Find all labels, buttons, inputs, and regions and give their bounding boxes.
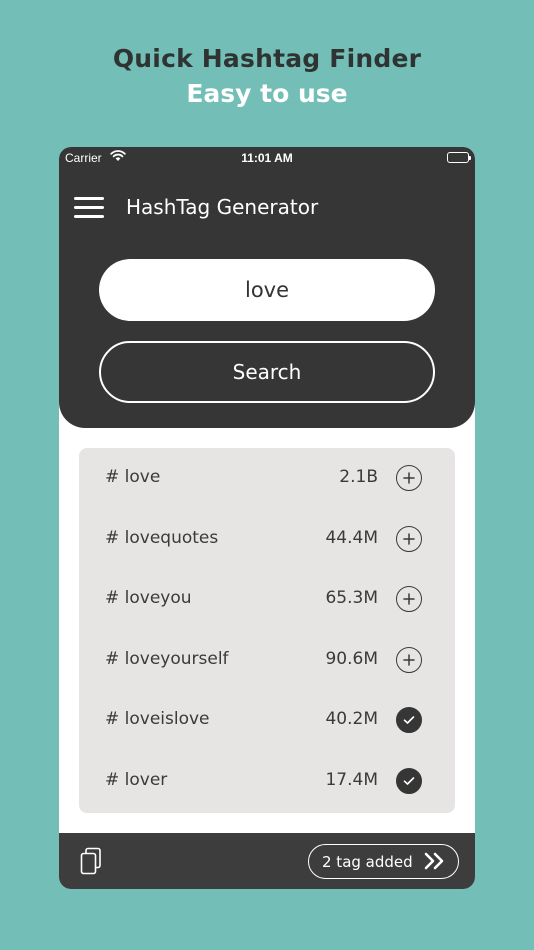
double-chevron-right-icon <box>424 852 446 873</box>
plus-circle-icon[interactable] <box>396 525 422 552</box>
hashtag-results-list: # love 2.1B # lovequotes 44.4M # loveyou 65.3… <box>79 448 455 813</box>
battery-icon <box>447 152 471 163</box>
hashtag-row: # lover 17.4M <box>79 751 455 812</box>
hashtag-row: # loveyourself 90.6M <box>79 630 455 691</box>
plus-circle-icon[interactable] <box>396 586 422 612</box>
hashtag-row: # love 2.1B <box>79 448 455 509</box>
header-panel: Carrier 11:01 AM HashTag Generator Searc… <box>59 147 475 428</box>
status-bar: Carrier 11:01 AM <box>59 147 475 169</box>
search-input[interactable] <box>99 259 435 321</box>
status-time: 11:01 AM <box>241 151 293 165</box>
plus-circle-icon[interactable] <box>396 465 422 491</box>
hashtag-label: # loveislove <box>105 709 210 729</box>
hashtag-label: # loveyourself <box>105 648 229 669</box>
plus-circle-icon[interactable] <box>396 646 422 673</box>
promo-subtitle: Easy to use <box>186 79 348 108</box>
check-circle-icon[interactable] <box>396 767 422 794</box>
phone-screen: Carrier 11:01 AM HashTag Generator Searc… <box>59 147 475 889</box>
app-title: HashTag Generator <box>126 195 319 219</box>
hashtag-label: # love <box>105 467 161 487</box>
hashtag-row: # lovequotes 44.4M <box>79 509 455 570</box>
hashtag-row: # loveislove 40.2M <box>79 690 455 751</box>
hamburger-menu-icon[interactable] <box>74 197 104 219</box>
copy-icon[interactable] <box>79 847 103 875</box>
tags-added-label: 2 tag added <box>322 852 413 871</box>
check-circle-icon[interactable] <box>396 707 422 733</box>
hashtag-label: # lover <box>105 769 168 790</box>
tags-added-button[interactable]: 2 tag added <box>308 844 459 879</box>
promo-title: Quick Hashtag Finder <box>112 44 422 73</box>
hashtag-label: # loveyou <box>105 588 192 608</box>
hashtag-post-count: 44.4M <box>325 527 378 548</box>
hashtag-post-count: 17.4M <box>325 769 378 790</box>
search-button[interactable]: Search <box>99 341 435 403</box>
hashtag-post-count: 2.1B <box>339 467 378 487</box>
hashtag-post-count: 65.3M <box>325 588 378 608</box>
hashtag-post-count: 40.2M <box>325 709 378 729</box>
hashtag-row: # loveyou 65.3M <box>79 569 455 630</box>
hashtag-label: # lovequotes <box>105 527 219 548</box>
bottom-bar: 2 tag added <box>59 833 475 889</box>
hashtag-post-count: 90.6M <box>325 648 378 669</box>
